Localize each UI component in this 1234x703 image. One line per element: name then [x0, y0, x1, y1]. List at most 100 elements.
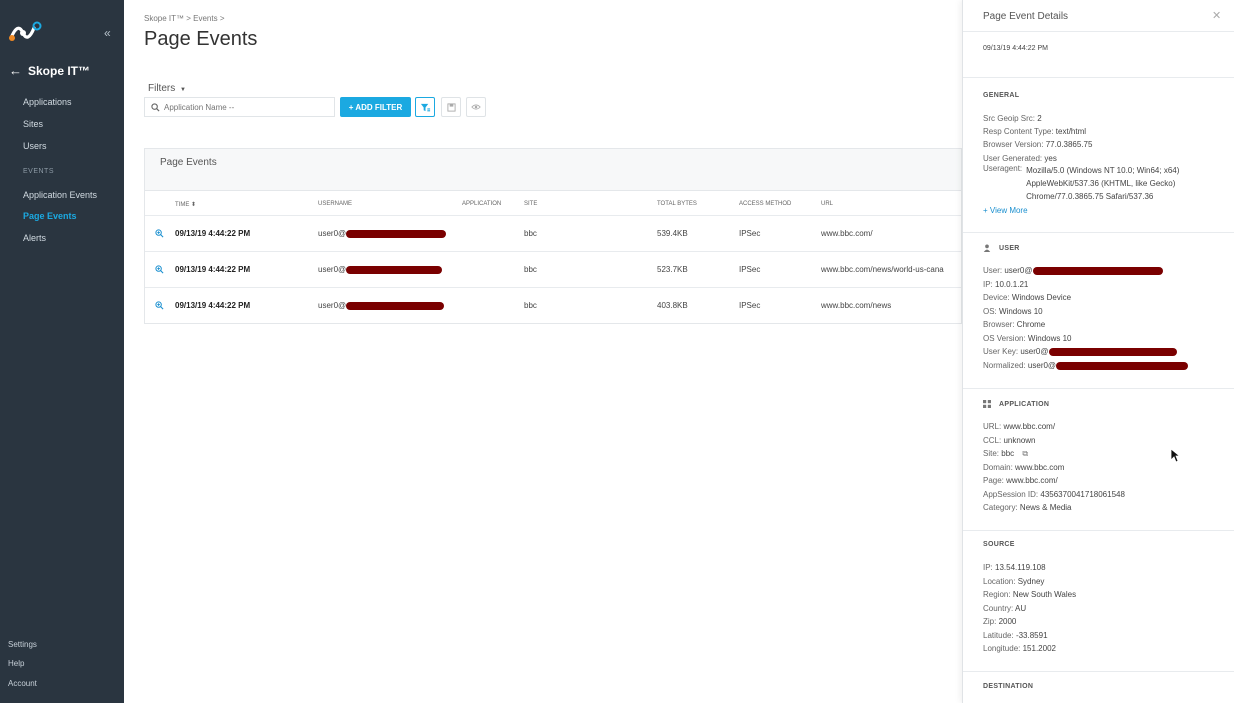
external-link-icon[interactable]: ⧉ [1022, 449, 1028, 458]
event-timestamp: 09/13/19 4:44:22 PM [983, 45, 1048, 52]
field-country: Country: AU [983, 604, 1027, 613]
field-user-generated: User Generated: yes [983, 154, 1057, 163]
cell-username: user0@ [318, 229, 447, 238]
sort-icon: ⬍ [191, 202, 197, 208]
back-arrow-icon: ← [9, 63, 22, 78]
field-user-key: User Key: user0@ [983, 347, 1177, 356]
eye-icon [471, 104, 481, 110]
field-useragent: Useragent: Mozilla/5.0 (Windows NT 10.0; … [983, 164, 1180, 201]
sidebar-item-application-events[interactable]: Application Events [23, 190, 97, 200]
field-region: Region: New South Wales [983, 590, 1077, 599]
field-url: URL: www.bbc.com/ [983, 422, 1056, 431]
filters-dropdown[interactable]: Filters ▼ [148, 83, 186, 94]
field-src-geoip: Src Geoip Src: 2 [983, 114, 1042, 123]
column-access-method[interactable]: ACCESS METHOD [739, 201, 791, 207]
sidebar-item-page-events[interactable]: Page Events [23, 211, 77, 221]
collapse-sidebar-icon[interactable]: « [104, 26, 111, 40]
section-user-title: USER [983, 244, 1020, 252]
field-category: Category: News & Media [983, 503, 1072, 512]
divider [963, 388, 1234, 389]
cell-total-bytes: 403.8KB [657, 301, 688, 310]
field-device: Device: Windows Device [983, 293, 1072, 302]
sidebar: « ← Skope IT™ Applications Sites Users E… [0, 0, 124, 703]
breadcrumb[interactable]: Skope IT™ > Events > [144, 14, 224, 23]
column-site[interactable]: SITE [524, 201, 537, 207]
cell-site: bbc [524, 229, 537, 238]
table-header: TIME ⬍ USERNAME APPLICATION SITE TOTAL B… [145, 191, 961, 216]
search-icon [151, 102, 160, 112]
cell-site: bbc [524, 265, 537, 274]
page-event-details-drawer: Page Event Details ✕ 09/13/19 4:44:22 PM… [962, 0, 1234, 703]
user-icon [983, 244, 991, 252]
cell-time: 09/13/19 4:44:22 PM [175, 265, 251, 274]
field-resp-content-type: Resp Content Type: text/html [983, 127, 1087, 136]
search-input[interactable] [164, 102, 324, 112]
field-ip: IP: 10.0.1.21 [983, 280, 1029, 289]
sidebar-item-account[interactable]: Account [8, 679, 37, 688]
field-browser-version: Browser Version: 77.0.3865.75 [983, 140, 1093, 149]
field-os-version: OS Version: Windows 10 [983, 334, 1072, 343]
field-location: Location: Sydney [983, 577, 1045, 586]
field-os: OS: Windows 10 [983, 307, 1043, 316]
cell-url: www.bbc.com/ [821, 229, 873, 238]
field-source-ip: IP: 13.54.119.108 [983, 563, 1046, 572]
cell-url: www.bbc.com/news [821, 301, 892, 310]
column-application[interactable]: APPLICATION [462, 201, 501, 207]
cell-time: 09/13/19 4:44:22 PM [175, 229, 251, 238]
view-button[interactable] [466, 97, 486, 117]
sidebar-item-help[interactable]: Help [8, 659, 24, 668]
field-browser: Browser: Chrome [983, 320, 1046, 329]
sidebar-item-settings[interactable]: Settings [8, 640, 37, 649]
app-window: « ← Skope IT™ Applications Sites Users E… [0, 0, 1234, 703]
drawer-title: Page Event Details [983, 11, 1069, 22]
save-filter-button[interactable] [441, 97, 461, 117]
application-name-search[interactable] [144, 97, 335, 117]
cell-site: bbc [524, 301, 537, 310]
mouse-cursor-icon [1170, 448, 1180, 463]
sidebar-item-alerts[interactable]: Alerts [23, 233, 46, 243]
netskope-logo [9, 21, 42, 41]
column-total-bytes[interactable]: TOTAL BYTES [657, 201, 697, 207]
cell-username: user0@ [318, 301, 445, 310]
table-row[interactable]: 09/13/19 4:44:22 PM user0@ bbc 523.7KB I… [145, 252, 961, 288]
redaction-mark [346, 229, 447, 238]
zoom-in-icon[interactable] [155, 301, 164, 310]
cell-access-method: IPSec [739, 265, 761, 274]
column-username[interactable]: USERNAME [318, 201, 352, 207]
zoom-in-icon[interactable] [155, 265, 164, 274]
filter-toggle-button[interactable] [415, 97, 435, 117]
page-events-panel: Page Events TIME ⬍ USERNAME APPLICATION … [144, 148, 962, 324]
section-destination-title: DESTINATION [983, 683, 1034, 690]
sidebar-item-applications[interactable]: Applications [23, 97, 72, 107]
redaction-mark [346, 301, 445, 310]
field-page: Page: www.bbc.com/ [983, 476, 1058, 485]
field-zip: Zip: 2000 [983, 617, 1017, 626]
product-name: Skope IT™ [28, 63, 91, 78]
back-to-product[interactable]: ← Skope IT™ [9, 63, 90, 78]
column-url[interactable]: URL [821, 201, 833, 207]
redaction-mark [346, 265, 443, 274]
section-application-title: APPLICATION [983, 400, 1049, 408]
sidebar-item-sites[interactable]: Sites [23, 119, 43, 129]
sidebar-item-users[interactable]: Users [23, 141, 47, 151]
column-time[interactable]: TIME ⬍ [175, 201, 196, 208]
cell-username: user0@ [318, 265, 443, 274]
sidebar-section-events: EVENTS [23, 168, 55, 175]
divider [963, 530, 1234, 531]
close-icon[interactable]: ✕ [1212, 9, 1221, 22]
redaction-mark [1048, 347, 1177, 356]
table-row[interactable]: 09/13/19 4:44:22 PM user0@ bbc 539.4KB I… [145, 216, 961, 252]
field-appsession-id: AppSession ID: 4356370041718061548 [983, 490, 1125, 499]
page-title: Page Events [144, 28, 258, 50]
filters-label: Filters [148, 83, 176, 94]
cell-time: 09/13/19 4:44:22 PM [175, 301, 251, 310]
divider [963, 232, 1234, 233]
table-row[interactable]: 09/13/19 4:44:22 PM user0@ bbc 403.8KB I… [145, 288, 961, 324]
zoom-in-icon[interactable] [155, 229, 164, 238]
divider [963, 77, 1234, 78]
field-longitude: Longitude: 151.2002 [983, 644, 1056, 653]
add-filter-button[interactable]: + ADD FILTER [340, 97, 411, 117]
view-more-link[interactable]: + View More [983, 206, 1028, 215]
save-icon [446, 102, 456, 112]
cell-total-bytes: 539.4KB [657, 229, 688, 238]
